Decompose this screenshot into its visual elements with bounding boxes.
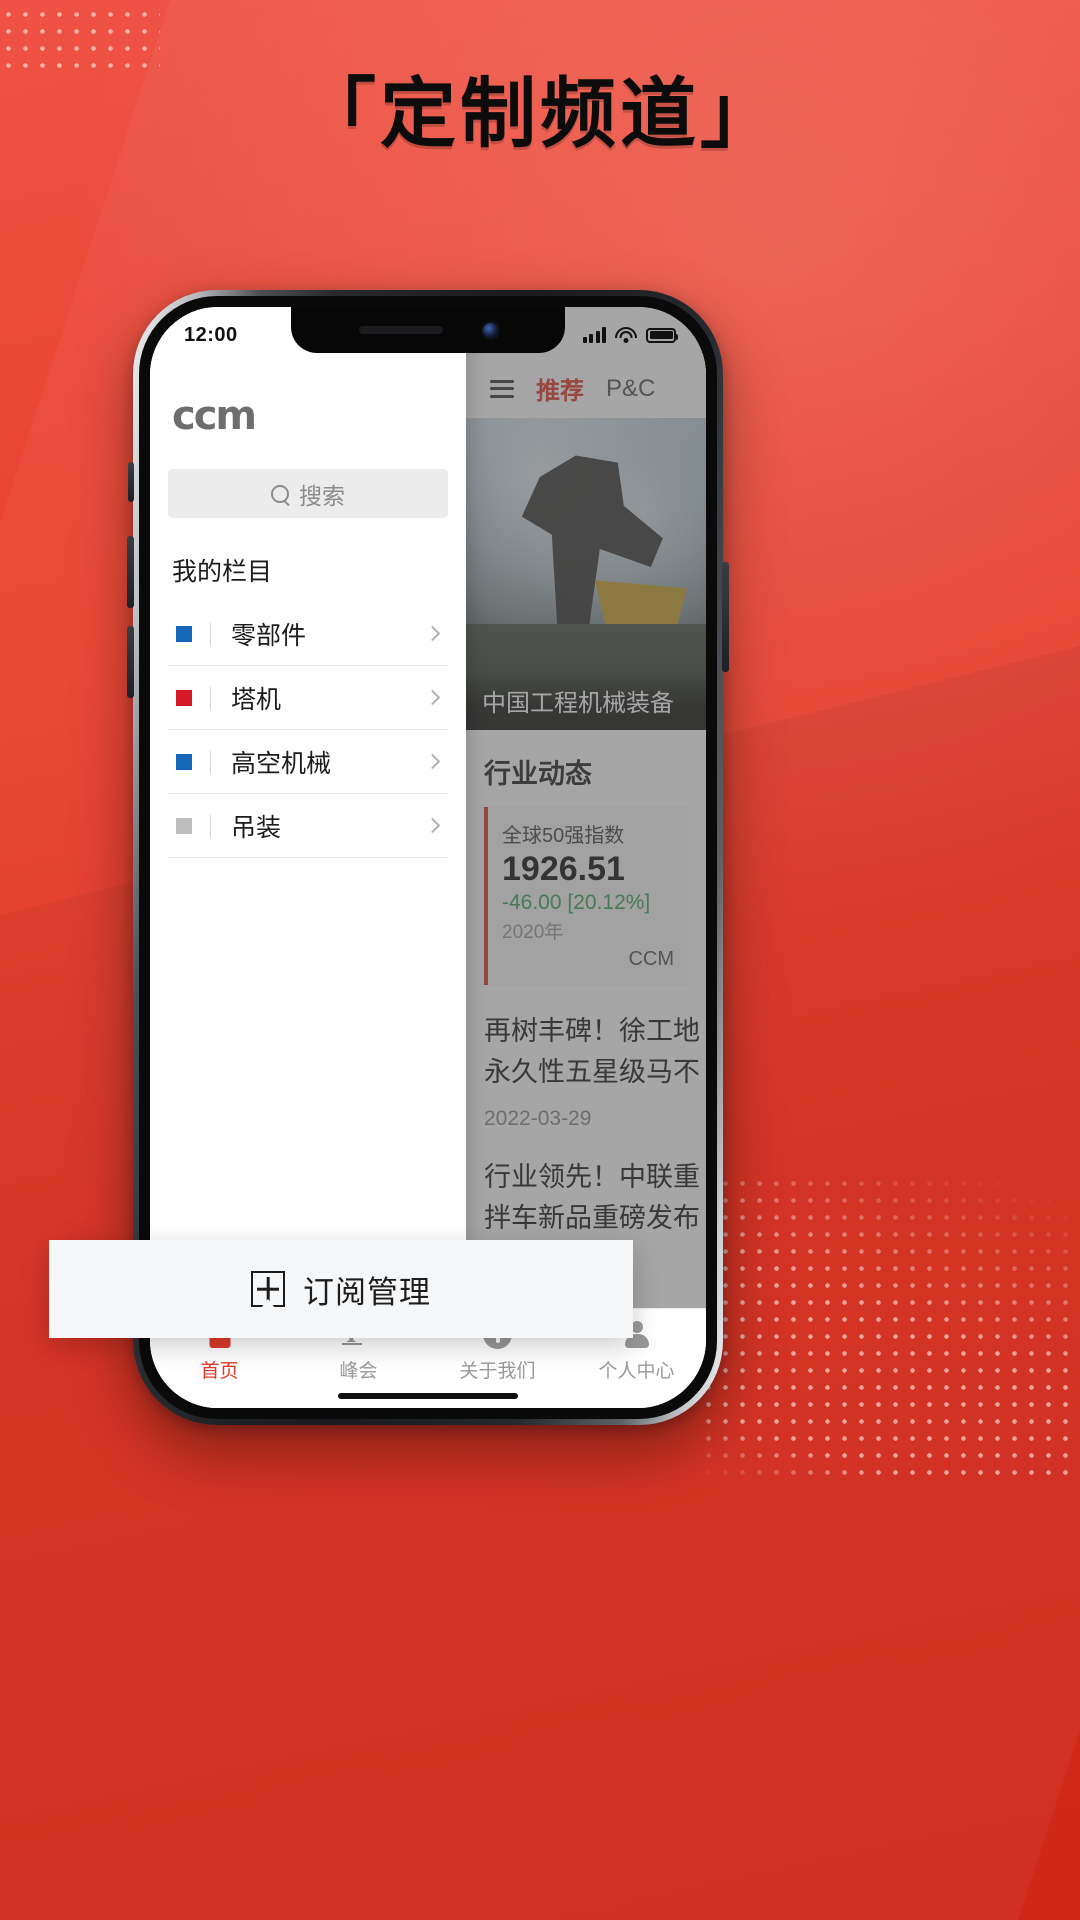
list-item[interactable]: 吊装 [168,794,448,858]
column-color-swatch [176,625,192,642]
app-logo: ccm [172,393,257,439]
column-label: 零部件 [231,621,307,650]
chevron-right-icon [424,625,441,642]
chevron-right-icon [424,689,441,706]
status-indicators [582,327,678,343]
search-icon [271,484,289,503]
divider [210,685,211,710]
chevron-right-icon [424,817,441,834]
phone-power-button [722,562,729,672]
my-columns-heading: 我的栏目 [172,558,273,586]
home-indicator [338,1393,518,1399]
chevron-right-icon [424,753,441,770]
column-color-swatch [176,753,192,770]
status-time: 12:00 [184,323,238,346]
tab-about-us-label: 关于我们 [459,1361,536,1382]
wifi-icon [615,327,637,343]
subscribe-management-label: 订阅管理 [303,1274,431,1310]
phone-volume-down [127,626,134,698]
list-item[interactable]: 高空机械 [168,730,448,794]
column-list: 零部件 塔机 高空机械 吊装 [150,602,466,858]
poster-headline: 「定制频道」 [300,69,780,158]
status-bar: 12:00 [150,307,706,357]
battery-icon [646,327,678,343]
column-label: 高空机械 [231,749,332,778]
column-label: 吊装 [231,813,282,842]
divider [210,749,211,774]
tab-home-label: 首页 [200,1361,239,1382]
signal-bars-icon [582,327,606,343]
tab-profile-label: 个人中心 [598,1361,675,1382]
divider [210,621,211,646]
search-input[interactable]: 搜索 [168,469,448,518]
phone-volume-up [127,536,134,608]
bookmark-add-icon [251,1271,285,1308]
tab-summit-label: 峰会 [339,1361,378,1382]
search-placeholder: 搜索 [299,482,345,509]
dot-pattern-bottom-right [700,1175,1080,1475]
list-item[interactable]: 塔机 [168,666,448,730]
column-color-swatch [176,689,192,706]
phone-mute-switch [128,462,134,502]
divider [210,813,211,838]
column-label: 塔机 [231,685,282,714]
column-color-swatch [176,817,192,834]
subscribe-management-button[interactable]: 订阅管理 [49,1240,633,1338]
list-item[interactable]: 零部件 [168,602,448,666]
